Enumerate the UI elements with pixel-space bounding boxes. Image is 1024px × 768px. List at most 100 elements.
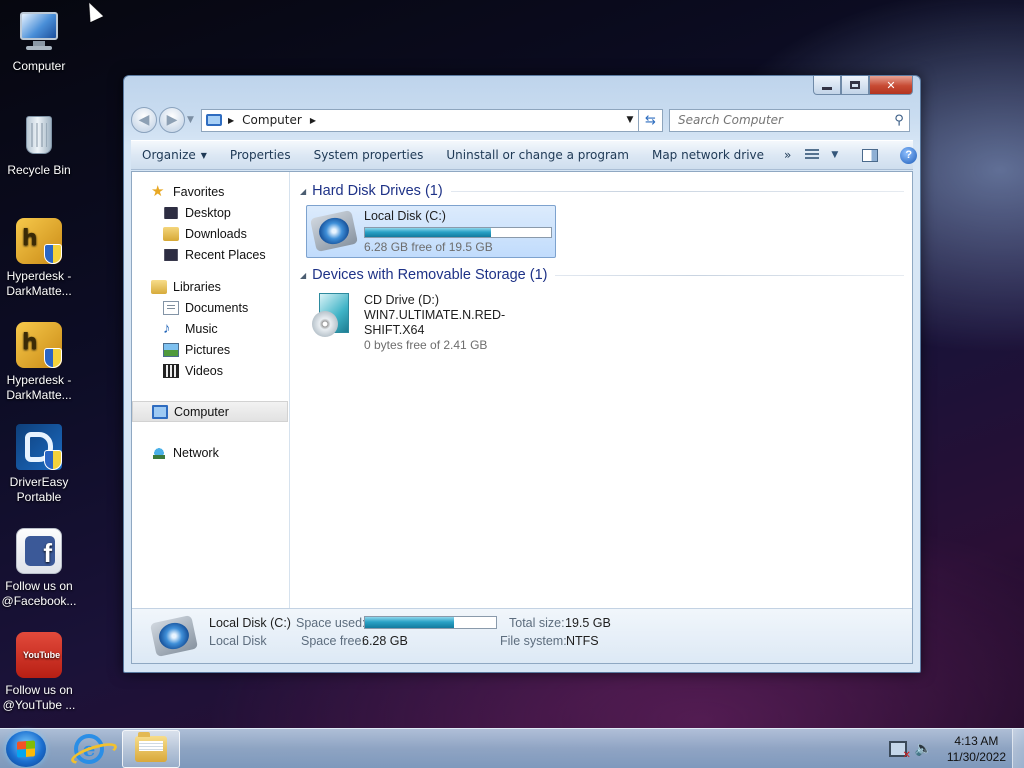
drive-name: CD Drive (D:) — [364, 293, 439, 307]
taskbar-windows-explorer[interactable] — [122, 730, 180, 768]
computer-icon — [16, 8, 62, 54]
clock[interactable]: 4:13 AM 11/30/2022 — [947, 733, 1006, 765]
desktop-icon-recycle-bin[interactable]: Recycle Bin — [0, 112, 78, 178]
view-dropdown-button[interactable]: ▼ — [831, 144, 838, 166]
nav-item-videos[interactable]: Videos — [132, 360, 289, 381]
desktop-icon-label: Recycle Bin — [7, 163, 71, 177]
forward-button[interactable]: ▶ — [159, 107, 185, 133]
computer-icon — [206, 114, 222, 126]
more-commands-button[interactable]: » — [776, 148, 799, 162]
search-box[interactable]: ⚲ — [669, 108, 910, 132]
group-header-hard-disk-drives[interactable]: ◢ Hard Disk Drives (1) — [300, 180, 904, 202]
nav-item-computer[interactable]: Computer — [132, 401, 288, 422]
details-space-free-value: 6.28 GB — [362, 634, 408, 648]
address-bar[interactable]: ▶ Computer ▶ ▼ — [201, 108, 639, 132]
nav-item-music[interactable]: ♪ Music — [132, 318, 289, 339]
desktop-icon-hyperdesk-2[interactable]: h Hyperdesk - DarkMatte... — [0, 322, 78, 403]
drive-name: Local Disk (C:) — [364, 209, 446, 223]
details-total-size-value: 19.5 GB — [565, 616, 611, 630]
show-desktop-button[interactable] — [1012, 729, 1024, 768]
group-header-label: Devices with Removable Storage (1) — [312, 267, 548, 283]
preview-pane-button[interactable] — [862, 144, 879, 166]
collapse-triangle-icon[interactable]: ◢ — [300, 187, 306, 196]
command-bar: Organize ▼ Properties System properties U… — [131, 140, 918, 170]
address-dropdown-icon[interactable]: ▼ — [622, 115, 638, 125]
nav-label: Libraries — [173, 279, 221, 294]
forward-arrow-icon: ▶ — [166, 112, 178, 128]
taskbar: e 🔈 4:13 AM 11/30/2022 — [0, 728, 1024, 768]
map-network-drive-button[interactable]: Map network drive — [641, 148, 776, 162]
details-drive-type: Local Disk — [209, 634, 267, 648]
search-icon[interactable]: ⚲ — [889, 113, 909, 128]
organize-label: Organize — [142, 148, 196, 162]
recent-pages-dropdown[interactable]: ▼ — [187, 115, 197, 125]
collapse-triangle-icon[interactable]: ◢ — [300, 271, 306, 280]
details-file-system-label: File system: — [500, 634, 567, 648]
breadcrumb-separator-icon[interactable]: ▶ — [228, 116, 234, 125]
system-tray: 🔈 4:13 AM 11/30/2022 — [888, 729, 1006, 768]
refresh-icon: ⇆ — [645, 112, 656, 128]
navigation-pane[interactable]: ★ Favorites Desktop Downloads Recent Plac… — [132, 172, 290, 608]
nav-item-libraries[interactable]: Libraries — [132, 276, 289, 297]
start-button[interactable] — [6, 731, 46, 767]
nav-item-recent-places[interactable]: Recent Places — [132, 244, 289, 265]
properties-button[interactable]: Properties — [219, 148, 303, 162]
back-button[interactable]: ◀ — [131, 107, 157, 133]
system-properties-button[interactable]: System properties — [303, 148, 436, 162]
nav-item-desktop[interactable]: Desktop — [132, 202, 289, 223]
volume-icon[interactable]: 🔈 — [915, 741, 933, 757]
drive-tile-local-disk-c[interactable]: Local Disk (C:) 6.28 GB free of 19.5 GB — [306, 205, 556, 258]
hard-drive-icon — [309, 209, 359, 253]
desktop-icon-label: Hyperdesk - DarkMatte... — [6, 269, 72, 298]
close-button[interactable]: ✕ — [869, 76, 913, 95]
group-header-removable-storage[interactable]: ◢ Devices with Removable Storage (1) — [300, 264, 904, 286]
downloads-folder-icon — [163, 226, 179, 241]
recycle-bin-icon — [16, 112, 62, 158]
nav-label: Network — [173, 445, 219, 460]
refresh-button[interactable]: ⇆ — [639, 108, 663, 132]
cd-drive-icon — [310, 293, 358, 337]
view-options-icon — [805, 149, 820, 161]
details-space-used-label: Space used: — [296, 616, 366, 630]
search-input[interactable] — [678, 113, 889, 127]
taskbar-internet-explorer[interactable]: e — [60, 730, 118, 768]
nav-label: Desktop — [185, 205, 231, 220]
youtube-icon: YouTube — [16, 632, 62, 678]
address-row: ◀ ▶ ▼ ▶ Computer ▶ ▼ ⇆ ⚲ — [131, 106, 913, 134]
mouse-cursor — [82, 0, 104, 23]
maximize-button[interactable] — [841, 76, 869, 95]
drive-free-space: 6.28 GB free of 19.5 GB — [364, 240, 493, 254]
breadcrumb-computer[interactable]: Computer — [242, 113, 302, 127]
nav-item-downloads[interactable]: Downloads — [132, 223, 289, 244]
nav-label: Documents — [185, 300, 249, 315]
nav-item-network[interactable]: Network — [132, 442, 289, 463]
drive-tile-cd-drive-d[interactable]: CD Drive (D:) WIN7.ULTIMATE.N.RED-SHIFT.… — [306, 289, 556, 352]
nav-item-documents[interactable]: Documents — [132, 297, 289, 318]
desktop-icon-computer[interactable]: Computer — [0, 8, 78, 74]
preview-pane-icon — [862, 148, 879, 162]
desktop-icon-youtube[interactable]: YouTube Follow us on @YouTube ... — [0, 632, 78, 713]
internet-explorer-icon: e — [74, 734, 104, 764]
chevron-down-icon: ▼ — [200, 150, 207, 160]
network-status-icon[interactable] — [888, 741, 911, 761]
organize-button[interactable]: Organize ▼ — [131, 148, 219, 162]
nav-label: Computer — [174, 404, 229, 419]
breadcrumb-separator-icon[interactable]: ▶ — [310, 116, 316, 125]
group-header-label: Hard Disk Drives (1) — [312, 183, 443, 199]
minimize-button[interactable] — [813, 76, 841, 95]
help-button[interactable]: ? — [900, 144, 918, 166]
desktop-icon-label: Follow us on @YouTube ... — [2, 683, 76, 712]
hyperdesk-icon: h — [16, 322, 62, 368]
hard-drive-icon — [149, 614, 199, 658]
desktop-icon-facebook[interactable]: f Follow us on @Facebook... — [0, 528, 78, 609]
nav-label: Favorites — [173, 184, 225, 199]
change-view-button[interactable] — [805, 144, 820, 166]
desktop-icon-label: Follow us on @Facebook... — [1, 579, 77, 608]
drive-info: Local Disk (C:) 6.28 GB free of 19.5 GB — [364, 209, 552, 255]
desktop-icon-hyperdesk-1[interactable]: h Hyperdesk - DarkMatte... — [0, 218, 78, 299]
uninstall-program-button[interactable]: Uninstall or change a program — [435, 148, 641, 162]
nav-item-favorites[interactable]: ★ Favorites — [132, 181, 289, 202]
nav-item-pictures[interactable]: Pictures — [132, 339, 289, 360]
drive-volume-label: WIN7.ULTIMATE.N.RED-SHIFT.X64 — [364, 308, 506, 337]
desktop-icon-drivereasy[interactable]: DriverEasy Portable — [0, 424, 78, 505]
